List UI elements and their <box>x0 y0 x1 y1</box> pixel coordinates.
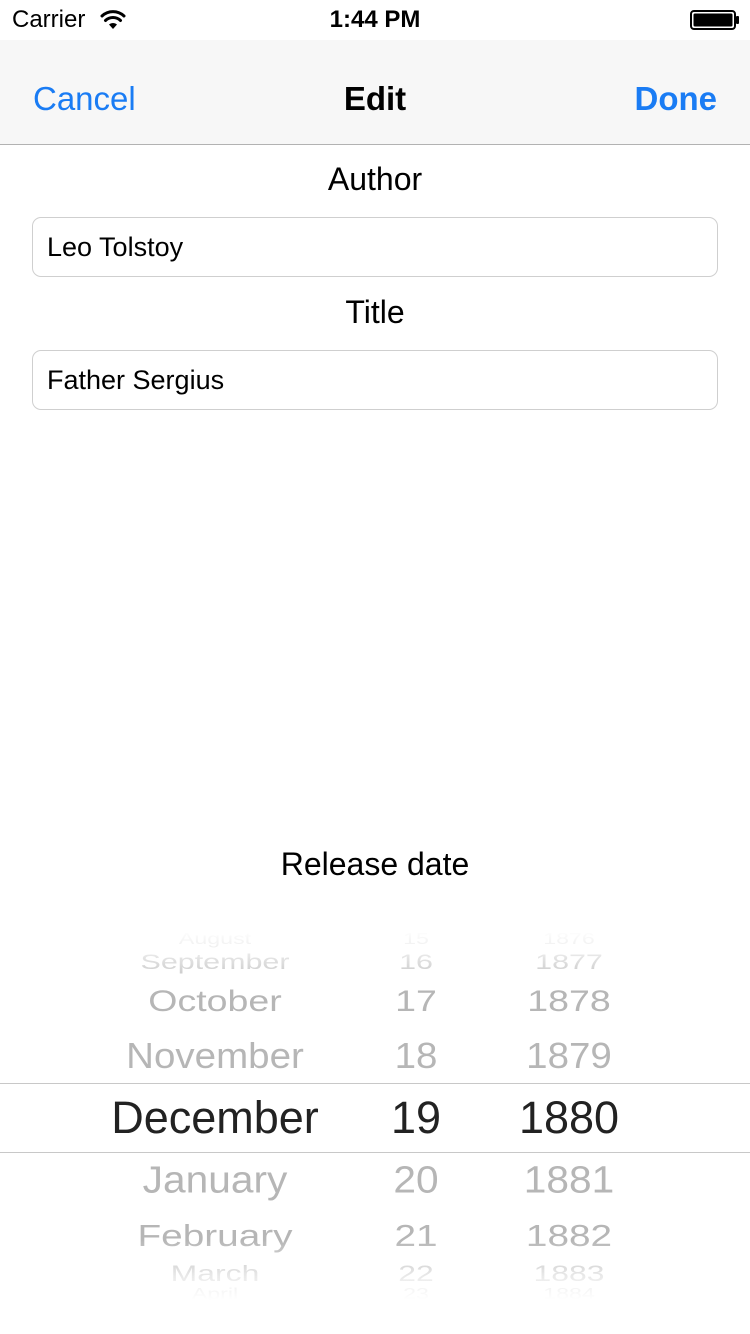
done-button[interactable]: Done <box>635 80 718 118</box>
picker-year-option[interactable]: 1879 <box>526 1035 612 1077</box>
author-field[interactable] <box>32 217 718 277</box>
release-date-picker[interactable]: August September October November December Ja… <box>0 930 750 1300</box>
picker-selection-top-line <box>0 1083 750 1084</box>
picker-year-option[interactable]: 1883 <box>534 1261 605 1287</box>
picker-month-option[interactable]: February <box>137 1218 292 1254</box>
picker-day-option[interactable]: 18 <box>395 1035 438 1077</box>
picker-month-option[interactable]: January <box>143 1160 288 1203</box>
picker-year-option[interactable]: 1881 <box>524 1160 614 1203</box>
picker-month-option[interactable]: April <box>192 1286 238 1300</box>
picker-year-option[interactable]: 1877 <box>535 951 603 975</box>
picker-month-option[interactable]: August <box>179 931 251 949</box>
battery-icon <box>690 10 739 30</box>
picker-day-option[interactable]: 17 <box>395 985 437 1019</box>
navigation-bar: Cancel Edit Done <box>0 40 750 145</box>
picker-month-option[interactable]: November <box>126 1035 304 1077</box>
picker-fade-top <box>0 930 750 990</box>
title-field[interactable] <box>32 350 718 410</box>
picker-selected-day[interactable]: 19 <box>391 1092 441 1144</box>
picker-day-option[interactable]: 20 <box>393 1160 438 1203</box>
picker-day-option[interactable]: 22 <box>398 1261 434 1287</box>
picker-selected-month[interactable]: December <box>111 1092 319 1144</box>
picker-fade-bottom <box>0 1240 750 1300</box>
picker-selected-year[interactable]: 1880 <box>519 1092 619 1144</box>
picker-month-option[interactable]: March <box>171 1261 260 1287</box>
picker-day-option[interactable]: 23 <box>403 1286 429 1300</box>
picker-year-option[interactable]: 1882 <box>526 1218 612 1254</box>
picker-month-option[interactable]: September <box>141 951 290 975</box>
picker-day-option[interactable]: 16 <box>399 951 433 975</box>
picker-year-option[interactable]: 1884 <box>543 1286 595 1300</box>
release-date-label: Release date <box>280 846 470 882</box>
picker-day-option[interactable]: 21 <box>394 1218 437 1254</box>
picker-year-option[interactable]: 1878 <box>527 985 610 1019</box>
picker-selection-bottom-line <box>0 1152 750 1153</box>
picker-month-option[interactable]: October <box>148 985 281 1019</box>
picker-year-option[interactable]: 1876 <box>543 931 595 949</box>
picker-day-option[interactable]: 15 <box>403 931 429 949</box>
status-bar: Carrier 1:44 PM <box>0 0 750 40</box>
author-label: Author <box>327 161 423 197</box>
status-time: 1:44 PM <box>329 6 421 33</box>
title-label: Title <box>345 294 405 330</box>
